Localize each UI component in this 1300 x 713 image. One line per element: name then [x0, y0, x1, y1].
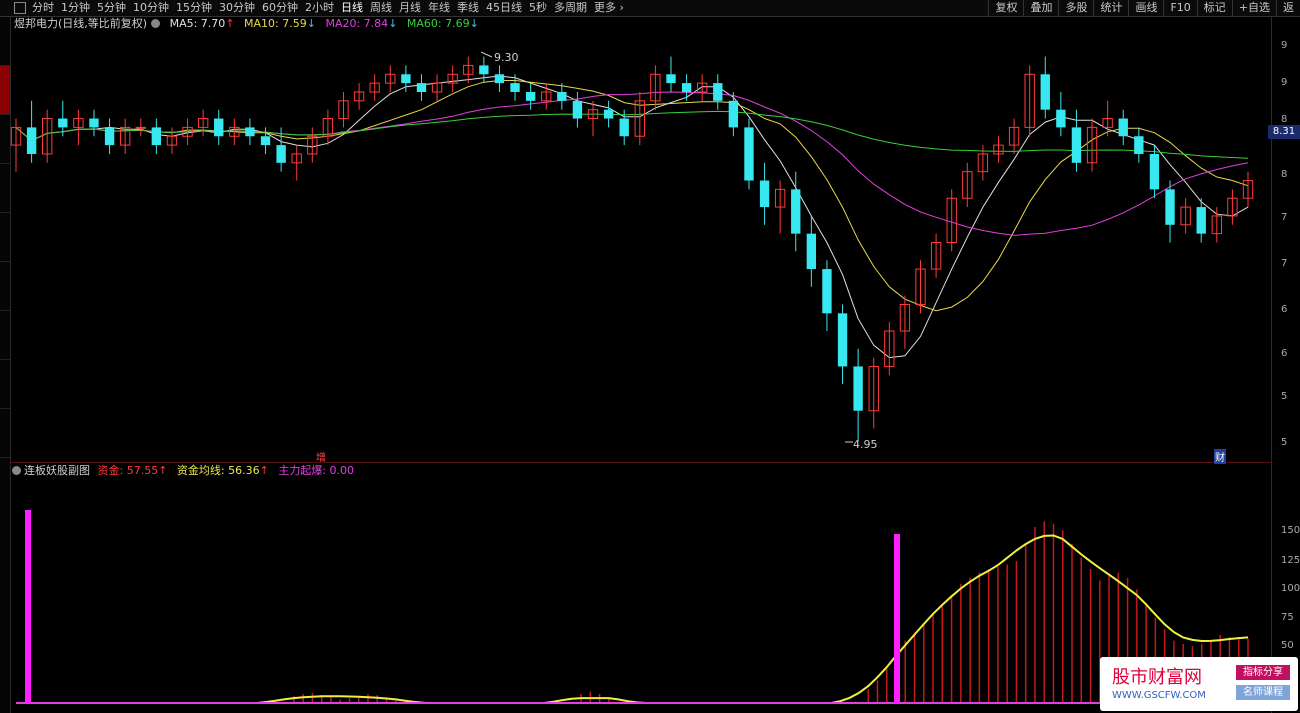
- watermark-badge: 指标分享: [1236, 665, 1290, 680]
- candle-body: [1134, 136, 1144, 154]
- candle-body: [666, 74, 676, 84]
- candle-body: [713, 83, 723, 101]
- watermark-title: 股市财富网: [1112, 667, 1202, 688]
- candle-body: [401, 74, 411, 84]
- candle-body: [806, 233, 817, 270]
- candle-body: [572, 100, 583, 119]
- candle-body: [603, 109, 614, 119]
- candle-body: [89, 118, 99, 128]
- candle-body: [1196, 207, 1206, 234]
- candle-body: [525, 91, 536, 101]
- candle-body: [1056, 109, 1066, 128]
- candle-body: [759, 180, 770, 208]
- watermark-badge: 名师课程: [1236, 685, 1290, 700]
- candle-body: [510, 83, 520, 92]
- candle-body: [245, 127, 255, 137]
- candle-body: [1071, 127, 1082, 163]
- candle-body: [837, 313, 848, 367]
- candle-body: [853, 366, 863, 411]
- candle-body: [619, 118, 629, 137]
- candle-body: [494, 74, 505, 84]
- candle-body: [214, 118, 224, 137]
- candle-body: [416, 83, 427, 92]
- candle-body: [104, 127, 115, 146]
- candle-body: [791, 189, 801, 234]
- candle-body: [557, 91, 567, 101]
- watermark-logo: 股市财富网 WWW.GSCFW.COM 指标分享 名师课程: [1100, 657, 1298, 711]
- candle-body: [681, 83, 692, 92]
- candle-body: [1040, 74, 1050, 110]
- candle-body: [1165, 189, 1175, 225]
- ignite-spike: [25, 510, 31, 703]
- ignite-spike: [894, 534, 900, 703]
- candle-body: [728, 100, 739, 128]
- candle-body: [260, 136, 271, 146]
- candle-body: [1149, 153, 1160, 190]
- candle-body: [58, 118, 68, 128]
- candle-body: [276, 145, 286, 163]
- kline-chart[interactable]: [0, 0, 1300, 713]
- candle-body: [151, 127, 162, 146]
- high-pointer: [480, 51, 493, 58]
- candle-body: [1118, 118, 1128, 137]
- candle-body: [26, 127, 37, 154]
- watermark-url: WWW.GSCFW.COM: [1112, 690, 1206, 701]
- candle-body: [479, 65, 489, 75]
- candle-body: [744, 127, 754, 181]
- candle-body: [135, 126, 146, 129]
- candle-body: [822, 269, 832, 314]
